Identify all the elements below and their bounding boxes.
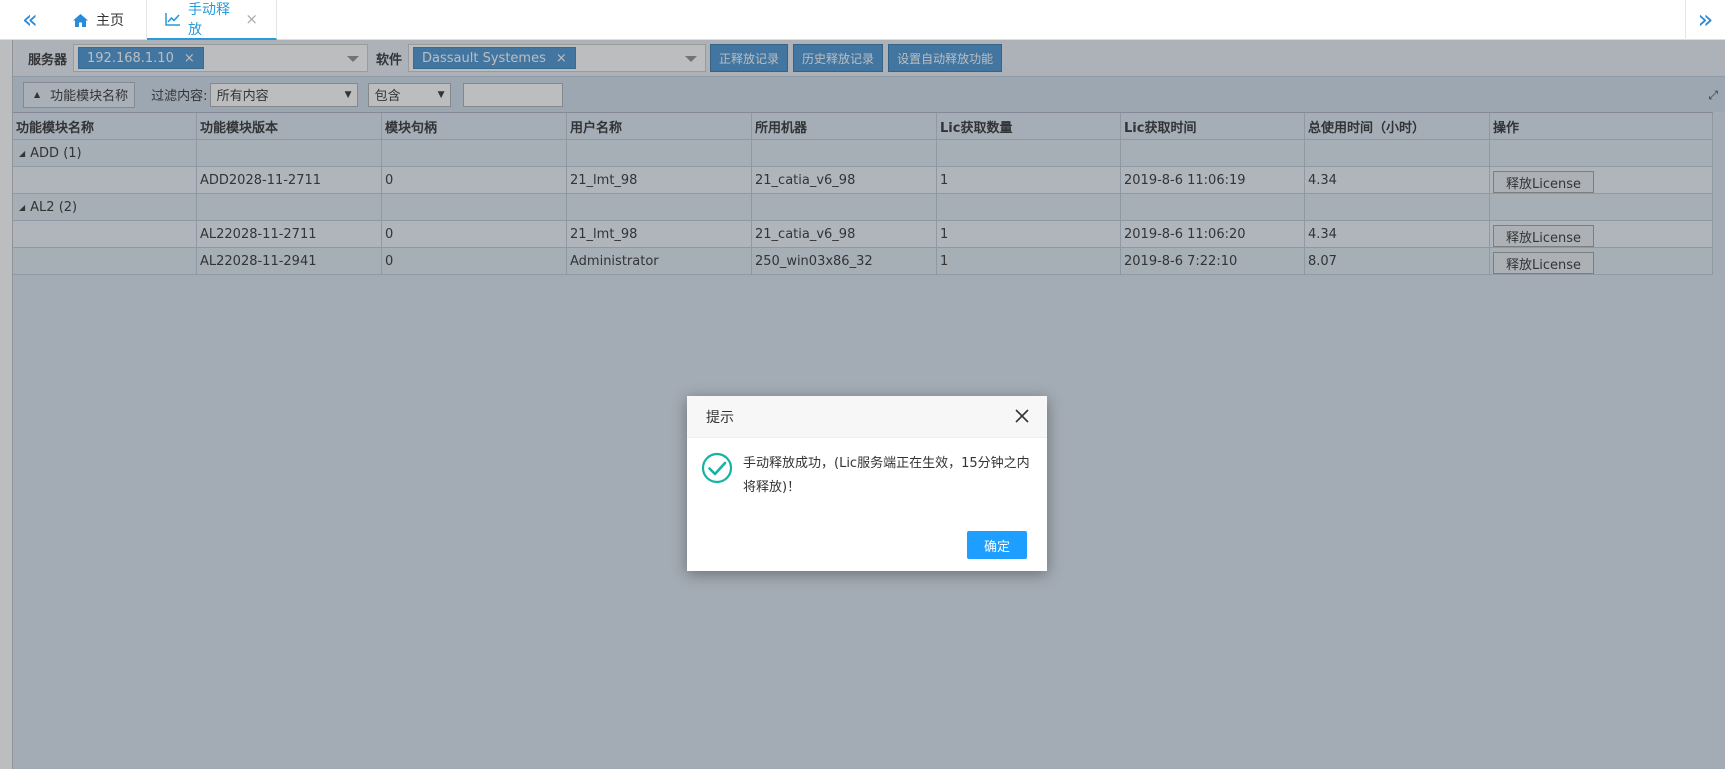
dialog-header: 提示 (687, 396, 1047, 438)
tab-close-icon[interactable]: × (245, 10, 258, 28)
line-chart-icon (165, 12, 180, 26)
dialog-message: 手动释放成功，(Lic服务端正在生效，15分钟之内将释放)！ (743, 456, 1030, 495)
confirm-button[interactable]: 确定 (967, 531, 1027, 559)
scroll-left-icon[interactable]: « (10, 0, 50, 40)
close-icon[interactable] (1013, 407, 1031, 425)
scroll-right-icon[interactable]: » (1685, 0, 1725, 40)
home-icon (73, 13, 88, 27)
tab-bar: « 主页 手动释放 × » (0, 0, 1725, 40)
tab-home-label: 主页 (96, 13, 124, 29)
tab-home[interactable]: 主页 (55, 0, 147, 40)
dialog-title: 提示 (706, 409, 734, 426)
dialog-body: 手动释放成功，(Lic服务端正在生效，15分钟之内将释放)！ (701, 452, 1031, 500)
tab-manual-release-label: 手动释放 (188, 2, 230, 38)
success-check-icon (701, 452, 733, 484)
message-dialog: 提示 手动释放成功，(Lic服务端正在生效，15分钟之内将释放)！ 确定 (687, 396, 1047, 571)
tab-manual-release[interactable]: 手动释放 × (147, 0, 277, 40)
